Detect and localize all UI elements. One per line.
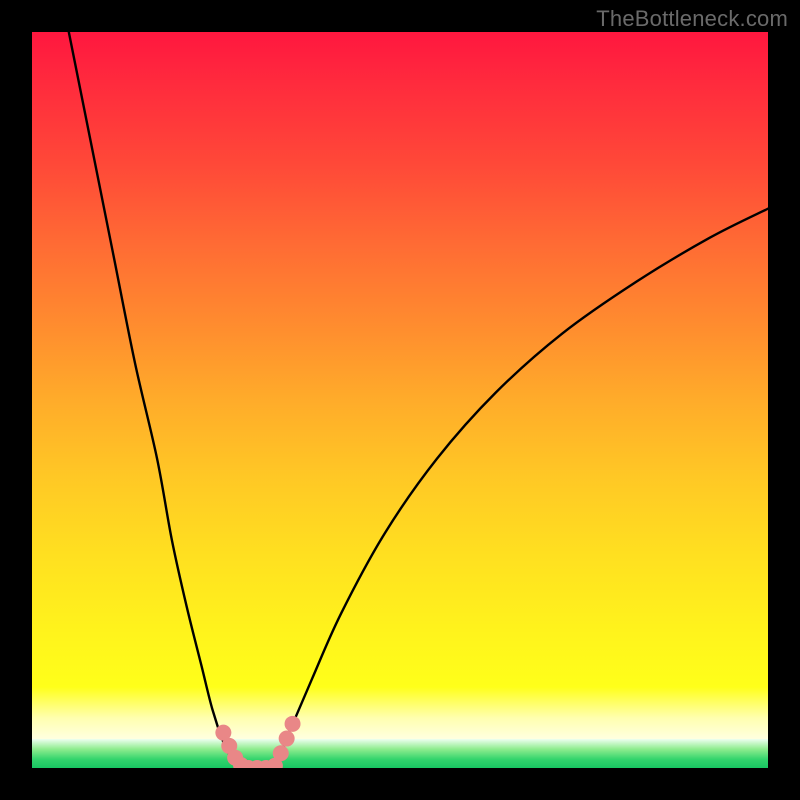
series-left-branch: [69, 32, 238, 768]
valley-marker-dot: [273, 745, 289, 761]
valley-marker-dot: [279, 731, 295, 747]
series-right-branch: [275, 209, 768, 768]
plot-area: [32, 32, 768, 768]
valley-markers: [215, 716, 300, 768]
valley-marker-dot: [285, 716, 301, 732]
chart-svg: [32, 32, 768, 768]
watermark-text: TheBottleneck.com: [596, 6, 788, 32]
